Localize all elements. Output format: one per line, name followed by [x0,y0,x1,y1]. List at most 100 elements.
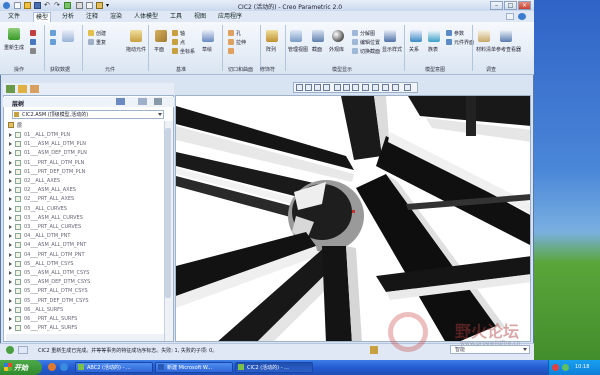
toggle-section-icon[interactable] [352,48,358,54]
saved-views-icon[interactable] [352,84,359,91]
sketch-label[interactable]: 草绘 [202,46,212,53]
component-interface-label[interactable]: 元件界面 [454,39,474,46]
sketch-icon[interactable] [202,30,214,42]
layer-stack-icon[interactable] [116,98,125,105]
expand-icon[interactable] [9,151,12,156]
layer-row[interactable]: 01___ASM_ALL_DTM_PLN [6,140,164,148]
drag-component-label[interactable]: 拖动元件 [126,46,146,53]
menu-view[interactable]: 视图 [192,12,208,21]
spin-center-icon[interactable] [392,84,399,91]
user-feature-icon[interactable] [50,30,56,36]
annotation-display-icon[interactable] [382,84,389,91]
shading-icon[interactable] [334,84,341,91]
expand-icon[interactable] [9,243,12,248]
layer-row[interactable]: 05___ASM_ALL_DTM_CSYS [6,269,164,277]
expand-icon[interactable] [9,225,12,229]
layer-row[interactable]: 06__ALL_SURFS [6,306,164,314]
expand-icon[interactable] [9,261,12,266]
hole-label[interactable]: 孔 [236,30,241,37]
section-label[interactable]: 截面 [312,46,322,53]
expand-icon[interactable] [9,133,12,137]
settings-icon[interactable] [154,98,162,105]
layer-row[interactable]: 03___PRT_ALL_CURVES [6,223,164,231]
graphics-viewport[interactable] [175,95,531,342]
perspective-icon[interactable] [343,84,350,91]
layer-row[interactable]: 01___PRT_DEF_DTM_PLN [6,168,164,176]
plane-label[interactable]: 平面 [154,46,164,53]
merge-icon[interactable] [62,30,74,42]
favorites-tab-icon[interactable] [30,85,39,93]
volume-icon[interactable] [562,364,569,371]
layer-row[interactable]: 05___ASM_DEF_DTM_CSYS [6,278,164,286]
array-icon[interactable] [266,30,278,42]
menu-file[interactable]: 文件 [6,12,22,21]
quicklaunch-icon[interactable] [60,363,68,371]
menu-annotate[interactable]: 注释 [84,12,100,21]
create-label[interactable]: 创建 [96,30,106,37]
folder-browser-tab-icon[interactable] [18,85,27,93]
layer-row[interactable]: 04___PRT_ALL_DTM_PNT [6,251,164,259]
point-icon[interactable] [172,39,178,45]
expand-icon[interactable] [9,289,12,294]
expand-icon[interactable] [9,160,12,165]
repeat-label[interactable]: 重复 [96,39,106,46]
manage-view-label[interactable]: 管理视图 [288,46,308,53]
point-label[interactable]: 点 [180,39,185,46]
layer-row[interactable]: 01___ASM_DEF_DTM_PLN [6,149,164,157]
layer-row[interactable]: 01___PRT_ALL_DTM_PLN [6,159,164,167]
parameters-icon[interactable] [446,30,452,36]
navigator-toggle-icon[interactable] [18,346,28,354]
manage-view-icon[interactable] [290,30,302,42]
save-icon[interactable] [34,2,41,9]
menu-model[interactable]: 模型 [33,12,52,22]
window-switch-icon[interactable] [76,2,83,9]
ribbon-minimize-icon[interactable] [506,13,514,20]
section-icon[interactable] [312,30,324,42]
layer-row[interactable]: 01__ALL_DTM_PLN [6,131,164,139]
layer-row[interactable]: 06___PRT_ALL_SURFS [6,315,164,323]
close-button[interactable]: × [518,1,531,10]
expand-icon[interactable] [9,234,12,239]
relations-icon[interactable] [410,30,422,42]
open-folder-icon[interactable] [24,2,31,9]
expand-icon[interactable] [9,142,12,147]
folder-icon[interactable] [96,2,103,9]
expand-icon[interactable] [9,169,12,174]
expand-icon[interactable] [9,317,12,321]
view-manager-icon[interactable] [362,84,369,91]
layer-row[interactable]: 03__ALL_CURVES [6,205,164,213]
layer-row[interactable]: 04__ALL_DTM_PNT [6,232,164,240]
family-table-icon[interactable] [428,30,440,42]
menu-applications[interactable]: 应用程序 [216,12,244,21]
layer-row[interactable]: 02___ASM_ALL_AXES [6,186,164,194]
expand-icon[interactable] [9,215,12,220]
display-style-label[interactable]: 显示样式 [382,46,402,53]
expand-icon[interactable] [9,188,12,193]
redo-icon[interactable]: ↷ [54,2,61,9]
quicklaunch-icon[interactable] [48,363,56,371]
paste-icon[interactable] [30,48,36,54]
drag-component-icon[interactable] [130,30,142,42]
expand-icon[interactable] [9,298,12,303]
help-icon[interactable] [518,13,526,20]
repeat-icon[interactable] [88,39,94,45]
regenerate-icon[interactable] [8,28,20,40]
edit-position-label[interactable]: 编辑位置 [360,39,380,46]
menu-manikin[interactable]: 人体模型 [132,12,160,21]
appearance-library-icon[interactable] [332,30,344,42]
find-icon[interactable] [370,346,378,354]
menu-analysis[interactable]: 分析 [60,12,76,21]
component-interface-icon[interactable] [446,39,452,45]
extrude-icon[interactable] [228,39,234,45]
copy-icon[interactable] [30,39,36,45]
parameters-label[interactable]: 参数 [454,30,464,37]
minimize-button[interactable]: – [490,1,503,10]
axis-label[interactable]: 轴 [180,30,185,37]
regenerate-quick-icon[interactable] [64,2,71,9]
display-options-icon[interactable] [404,84,411,91]
horizontal-scrollbar[interactable] [6,334,164,341]
expand-icon[interactable] [9,280,12,285]
bill-of-materials-icon[interactable] [478,30,490,42]
expand-icon[interactable] [9,307,12,312]
expand-icon[interactable] [9,179,12,183]
